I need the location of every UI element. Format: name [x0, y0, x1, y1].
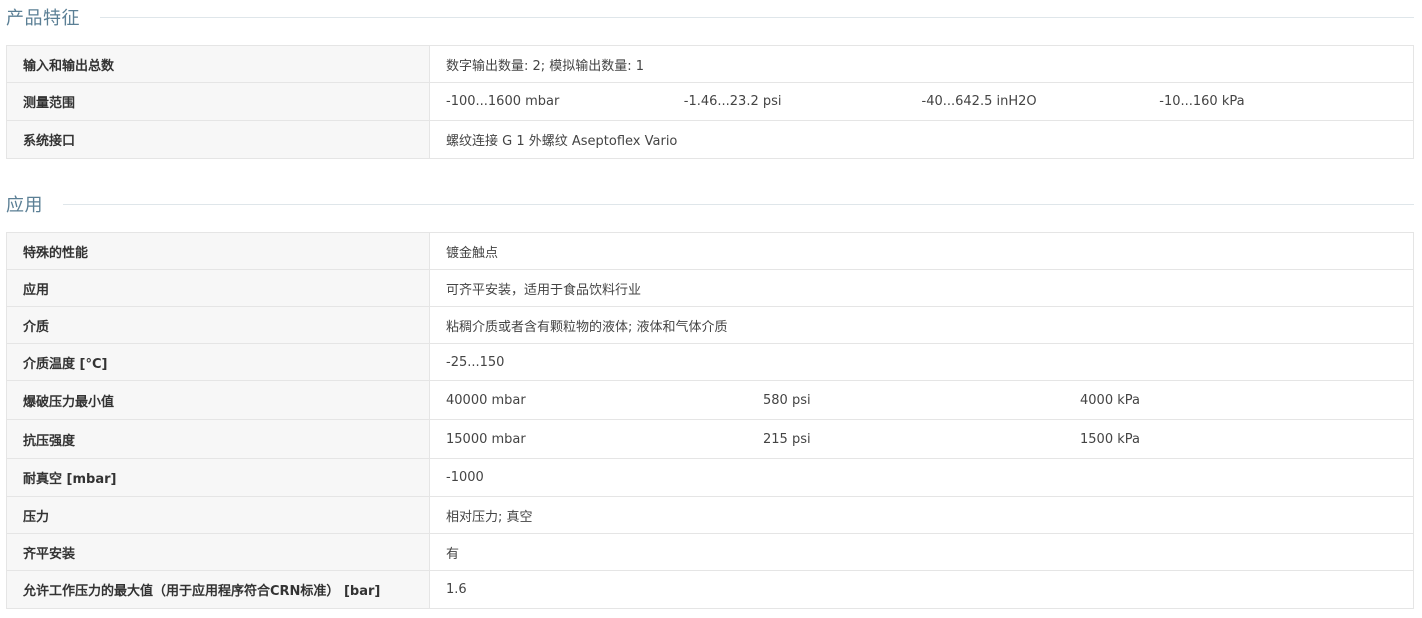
row-label: 应用 — [6, 269, 430, 307]
table-row: 允许工作压力的最大值（用于应用程序符合CRN标准） [bar] 1.6 — [6, 570, 1414, 609]
table-row: 系统接口 螺纹连接 G 1 外螺纹 Aseptoflex Vario — [6, 120, 1414, 159]
row-label: 系统接口 — [6, 120, 430, 159]
table-row: 输入和输出总数 数字输出数量: 2; 模拟输出数量: 1 — [6, 45, 1414, 83]
row-value: 粘稠介质或者含有颗粒物的液体; 液体和气体介质 — [429, 306, 1414, 344]
value-group: -100...1600 mbar -1.46...23.2 psi -40...… — [446, 94, 1397, 109]
row-label: 介质温度 [°C] — [6, 343, 430, 381]
table-row: 介质温度 [°C] -25...150 — [6, 343, 1414, 381]
value-group: 40000 mbar 580 psi 4000 kPa — [446, 393, 1397, 408]
section-header: 应用 — [6, 190, 1414, 218]
table-row: 测量范围 -100...1600 mbar -1.46...23.2 psi -… — [6, 82, 1414, 121]
value-kpa: 4000 kPa — [1080, 392, 1140, 408]
spec-page: 产品特征 输入和输出总数 数字输出数量: 2; 模拟输出数量: 1 测量范围 -… — [0, 0, 1422, 618]
section-title: 产品特征 — [6, 8, 80, 29]
section-header: 产品特征 — [6, 3, 1414, 31]
value-psi: 215 psi — [763, 431, 811, 447]
row-value: 相对压力; 真空 — [429, 496, 1414, 534]
section-divider — [100, 16, 1414, 18]
row-label: 耐真空 [mbar] — [6, 458, 430, 497]
row-value: 可齐平安装，适用于食品饮料行业 — [429, 269, 1414, 307]
row-value: 镀金触点 — [429, 232, 1414, 270]
value-mbar: 40000 mbar — [446, 392, 526, 408]
value-kpa: -10...160 kPa — [1159, 94, 1245, 109]
section-title: 应用 — [6, 195, 43, 216]
row-value: 螺纹连接 G 1 外螺纹 Aseptoflex Vario — [429, 120, 1414, 159]
table-row: 齐平安装 有 — [6, 533, 1414, 571]
section-product-features: 产品特征 输入和输出总数 数字输出数量: 2; 模拟输出数量: 1 测量范围 -… — [6, 3, 1414, 159]
row-value: -25...150 — [429, 343, 1414, 381]
row-label: 压力 — [6, 496, 430, 534]
value-psi: -1.46...23.2 psi — [683, 94, 782, 109]
value-kpa: 1500 kPa — [1080, 431, 1140, 447]
table-row: 压力 相对压力; 真空 — [6, 496, 1414, 534]
row-label: 爆破压力最小值 — [6, 380, 430, 420]
section-divider — [63, 203, 1414, 205]
table-row: 爆破压力最小值 40000 mbar 580 psi 4000 kPa — [6, 380, 1414, 420]
row-value: 15000 mbar 215 psi 1500 kPa — [429, 419, 1414, 459]
value-group: 15000 mbar 215 psi 1500 kPa — [446, 432, 1397, 447]
row-value: 40000 mbar 580 psi 4000 kPa — [429, 380, 1414, 420]
row-label: 输入和输出总数 — [6, 45, 430, 83]
table-row: 介质 粘稠介质或者含有颗粒物的液体; 液体和气体介质 — [6, 306, 1414, 344]
table-row: 抗压强度 15000 mbar 215 psi 1500 kPa — [6, 419, 1414, 459]
value-psi: 580 psi — [763, 392, 811, 408]
row-label: 特殊的性能 — [6, 232, 430, 270]
row-label: 抗压强度 — [6, 419, 430, 459]
row-value: 有 — [429, 533, 1414, 571]
application-table: 特殊的性能 镀金触点 应用 可齐平安装，适用于食品饮料行业 介质 粘稠介质或者含… — [6, 232, 1414, 609]
table-row: 应用 可齐平安装，适用于食品饮料行业 — [6, 269, 1414, 307]
value-inh2o: -40...642.5 inH2O — [921, 94, 1037, 109]
section-application: 应用 特殊的性能 镀金触点 应用 可齐平安装，适用于食品饮料行业 介质 粘稠介质… — [6, 190, 1414, 609]
value-mbar: 15000 mbar — [446, 431, 526, 447]
row-value: 数字输出数量: 2; 模拟输出数量: 1 — [429, 45, 1414, 83]
row-label: 允许工作压力的最大值（用于应用程序符合CRN标准） [bar] — [6, 570, 430, 609]
row-label: 测量范围 — [6, 82, 430, 121]
value-mbar: -100...1600 mbar — [446, 94, 560, 109]
row-label: 齐平安装 — [6, 533, 430, 571]
table-row: 特殊的性能 镀金触点 — [6, 232, 1414, 270]
row-value: -100...1600 mbar -1.46...23.2 psi -40...… — [429, 82, 1414, 121]
row-value: -1000 — [429, 458, 1414, 497]
features-table: 输入和输出总数 数字输出数量: 2; 模拟输出数量: 1 测量范围 -100..… — [6, 45, 1414, 159]
table-row: 耐真空 [mbar] -1000 — [6, 458, 1414, 497]
row-value: 1.6 — [429, 570, 1414, 609]
row-label: 介质 — [6, 306, 430, 344]
